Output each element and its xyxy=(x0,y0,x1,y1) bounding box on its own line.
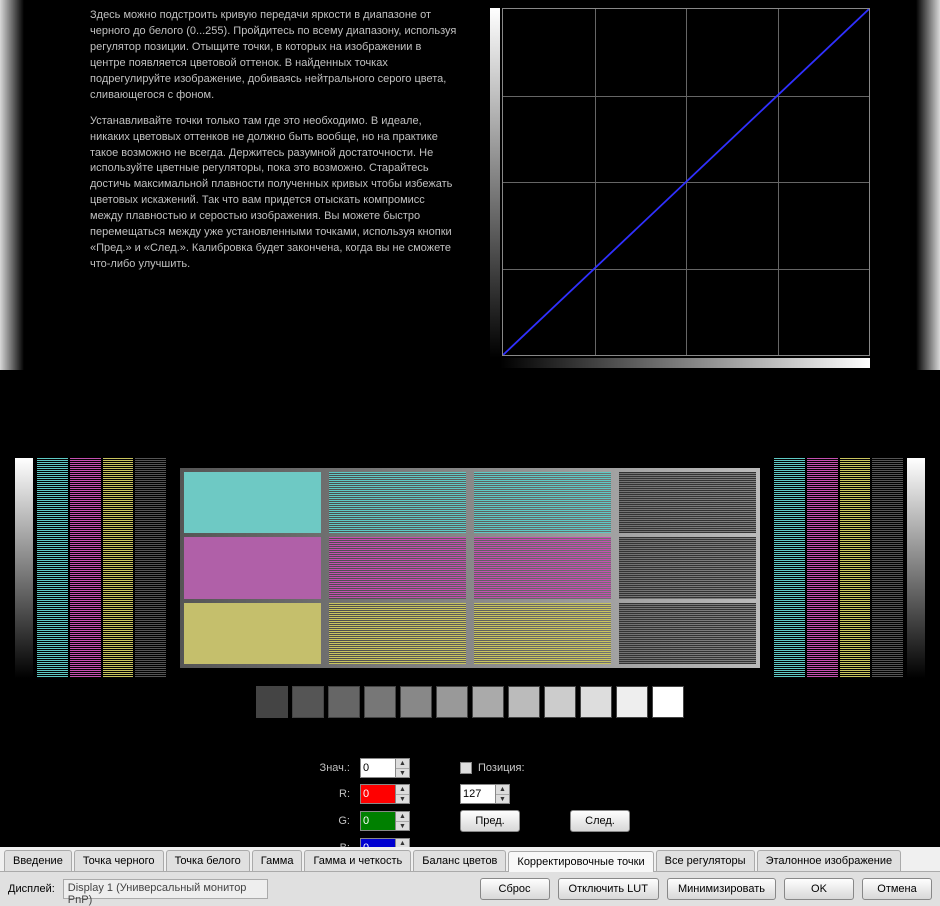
disable-lut-button[interactable]: Отключить LUT xyxy=(558,878,659,900)
curve-grid[interactable] xyxy=(502,8,870,356)
tabs: ВведениеТочка черногоТочка белогоГаммаГа… xyxy=(0,847,940,872)
spin-up-icon[interactable]: ▲ xyxy=(496,785,509,795)
shade-swatch[interactable] xyxy=(256,686,288,718)
cancel-button[interactable]: Отмена xyxy=(862,878,932,900)
value-input[interactable] xyxy=(360,758,396,778)
tab-эталонное-изображение[interactable]: Эталонное изображение xyxy=(757,850,902,871)
shade-swatch[interactable] xyxy=(472,686,504,718)
shade-swatch[interactable] xyxy=(436,686,468,718)
sample-right xyxy=(770,458,925,678)
g-label: G: xyxy=(290,815,350,827)
position-spinner[interactable]: ▲▼ xyxy=(460,784,560,804)
curve-line xyxy=(503,9,869,355)
r-spinner[interactable]: ▲▼ xyxy=(360,784,420,804)
spin-up-icon[interactable]: ▲ xyxy=(396,812,409,822)
shade-swatches xyxy=(0,686,940,718)
curve-y-gradient xyxy=(490,8,500,358)
position-checkbox-wrap[interactable]: Позиция: xyxy=(460,762,560,774)
next-button[interactable]: След. xyxy=(570,810,630,832)
spin-up-icon[interactable]: ▲ xyxy=(396,785,409,795)
shade-swatch[interactable] xyxy=(580,686,612,718)
spin-up-icon[interactable]: ▲ xyxy=(396,759,409,769)
shade-swatch[interactable] xyxy=(400,686,432,718)
curve-editor[interactable] xyxy=(490,8,870,368)
ok-button[interactable]: OK xyxy=(784,878,854,900)
position-checkbox[interactable] xyxy=(460,762,472,774)
value-spinner[interactable]: ▲▼ xyxy=(360,758,420,778)
position-input[interactable] xyxy=(460,784,496,804)
position-label: Позиция: xyxy=(478,762,525,774)
curve-x-gradient xyxy=(500,358,870,368)
minimize-button[interactable]: Минимизировать xyxy=(667,878,776,900)
spin-down-icon[interactable]: ▼ xyxy=(396,795,409,804)
spin-down-icon[interactable]: ▼ xyxy=(496,795,509,804)
spin-down-icon[interactable]: ▼ xyxy=(396,822,409,831)
tab-баланс-цветов[interactable]: Баланс цветов xyxy=(413,850,506,871)
reset-button[interactable]: Сброс xyxy=(480,878,550,900)
tab-точка-белого[interactable]: Точка белого xyxy=(166,850,250,871)
shade-swatch[interactable] xyxy=(544,686,576,718)
side-gradient-right xyxy=(916,0,940,370)
tab-точка-черного[interactable]: Точка черного xyxy=(74,850,164,871)
tab-введение[interactable]: Введение xyxy=(4,850,72,871)
side-gradient-left xyxy=(0,0,24,370)
tab-корректировочные-точки[interactable]: Корректировочные точки xyxy=(508,851,653,872)
tab-все-регуляторы[interactable]: Все регуляторы xyxy=(656,850,755,871)
instructions-p2: Устанавливайте точки только там где это … xyxy=(90,114,460,273)
shade-swatch[interactable] xyxy=(508,686,540,718)
instructions-p1: Здесь можно подстроить кривую передачи я… xyxy=(90,8,460,104)
g-input[interactable] xyxy=(360,811,396,831)
shade-swatch[interactable] xyxy=(328,686,360,718)
shade-swatch[interactable] xyxy=(364,686,396,718)
shade-swatch[interactable] xyxy=(652,686,684,718)
tab-гамма[interactable]: Гамма xyxy=(252,850,303,871)
sample-center xyxy=(180,468,760,668)
spin-down-icon[interactable]: ▼ xyxy=(396,769,409,778)
tab-гамма-и-четкость[interactable]: Гамма и четкость xyxy=(304,850,411,871)
display-label: Дисплей: xyxy=(8,883,55,895)
display-select[interactable]: Display 1 (Универсальный монитор PnP) xyxy=(63,879,268,899)
value-label: Знач.: xyxy=(290,762,350,774)
g-spinner[interactable]: ▲▼ xyxy=(360,811,420,831)
sample-left xyxy=(15,458,170,678)
shade-swatch[interactable] xyxy=(616,686,648,718)
instructions-text: Здесь можно подстроить кривую передачи я… xyxy=(90,8,460,368)
r-label: R: xyxy=(290,788,350,800)
prev-button[interactable]: Пред. xyxy=(460,810,520,832)
shade-swatch[interactable] xyxy=(292,686,324,718)
r-input[interactable] xyxy=(360,784,396,804)
